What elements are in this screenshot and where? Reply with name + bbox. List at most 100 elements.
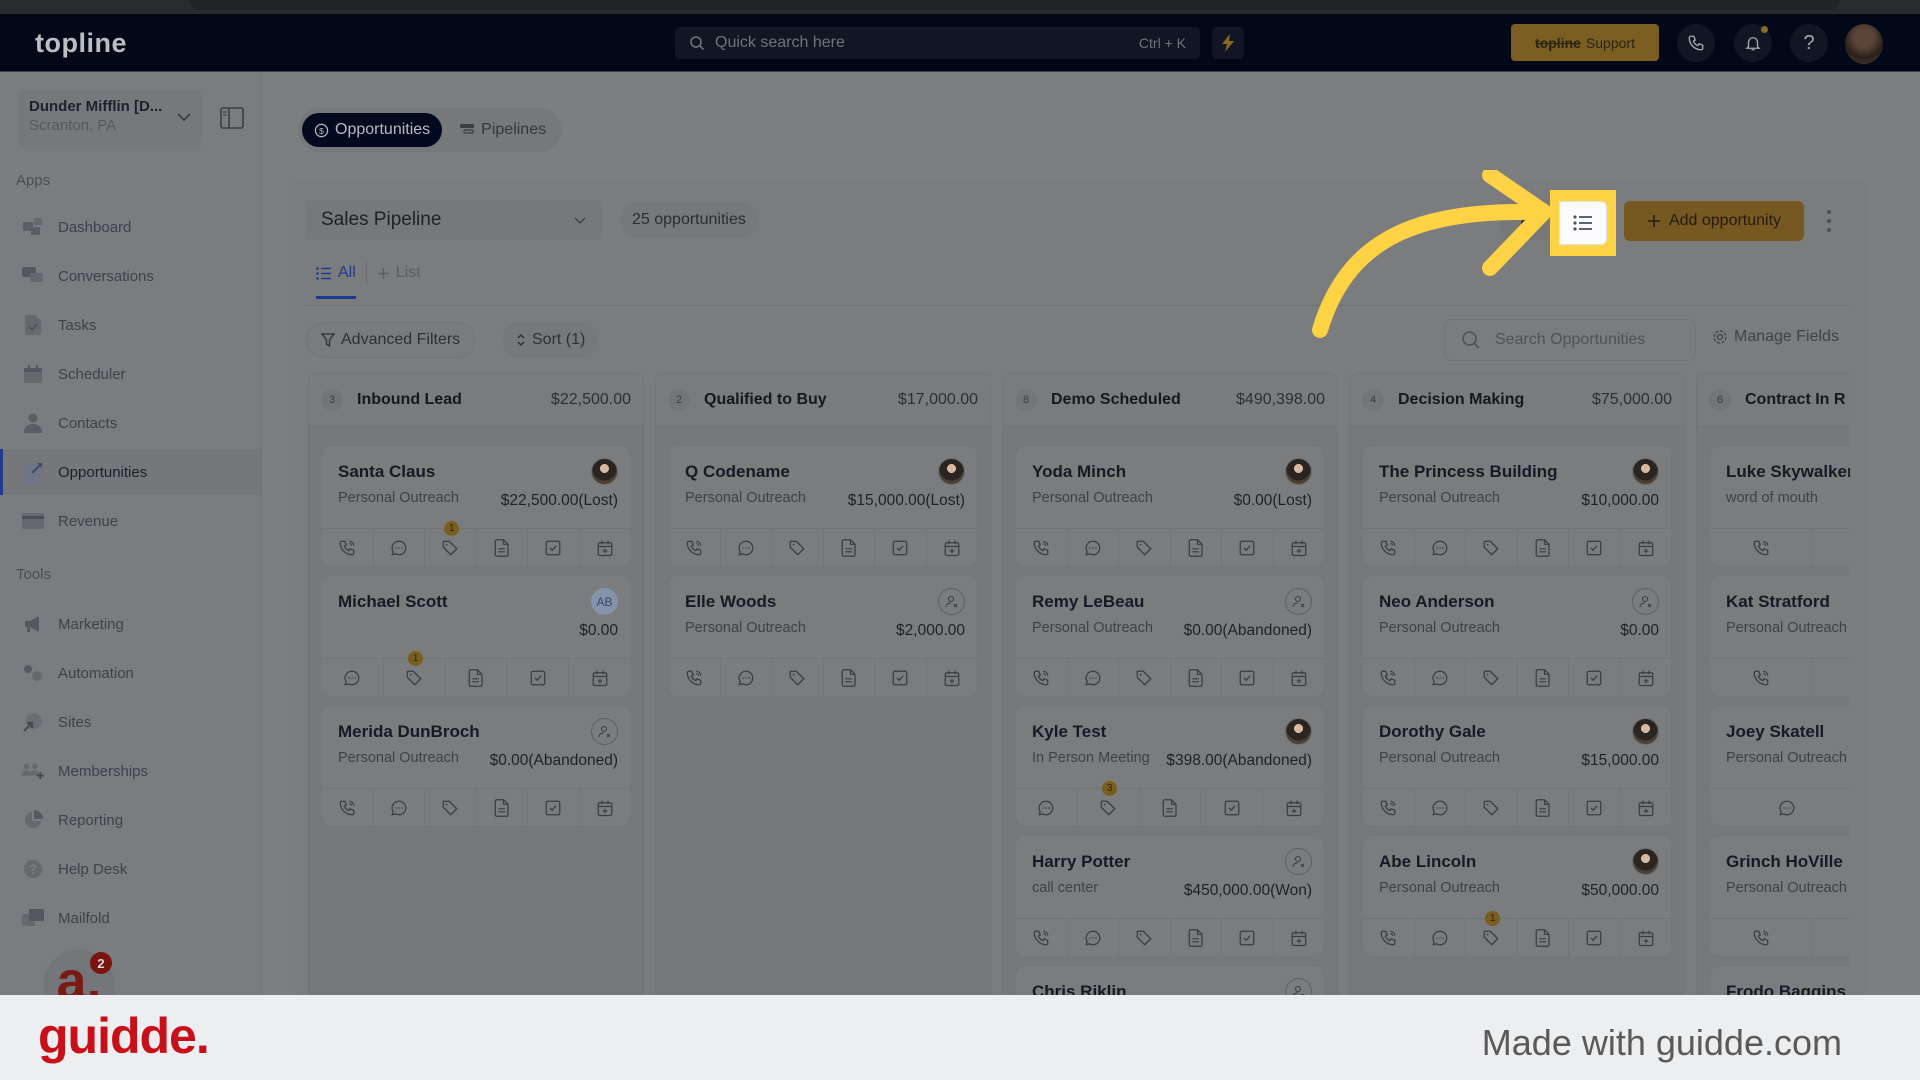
manage-fields-button[interactable]: Manage Fields bbox=[1712, 328, 1839, 346]
help-button[interactable]: ? bbox=[1790, 24, 1828, 62]
card-action-tag[interactable]: 1 bbox=[425, 521, 477, 566]
card-action-calendar[interactable] bbox=[1263, 789, 1324, 826]
card-action-phone[interactable] bbox=[669, 659, 721, 696]
opportunity-name[interactable]: Neo Anderson bbox=[1379, 592, 1655, 612]
card-action-tag[interactable] bbox=[1119, 919, 1171, 956]
card-action-calendar[interactable] bbox=[580, 529, 631, 566]
card-action-chat[interactable] bbox=[374, 789, 425, 826]
sidebar-item-scheduler[interactable]: Scheduler bbox=[0, 351, 262, 397]
card-action-phone[interactable] bbox=[1710, 659, 1813, 696]
card-action-doc[interactable] bbox=[1140, 789, 1202, 826]
sidebar-item-sites[interactable]: Sites bbox=[0, 699, 262, 745]
card-action-doc[interactable] bbox=[446, 659, 508, 696]
opportunity-card[interactable]: Luke Skywalker word of mouth 1 bbox=[1709, 445, 1850, 567]
advanced-filters-button[interactable]: Advanced Filters bbox=[306, 322, 476, 358]
card-action-check[interactable] bbox=[1201, 789, 1264, 826]
card-action-calendar[interactable] bbox=[1621, 789, 1672, 826]
opportunity-name[interactable]: Chris Riklin bbox=[1032, 982, 1308, 995]
add-opportunity-button[interactable]: Add opportunity bbox=[1624, 201, 1804, 241]
card-action-doc[interactable] bbox=[1171, 529, 1222, 566]
card-action-doc[interactable] bbox=[477, 529, 528, 566]
card-action-chat[interactable] bbox=[721, 659, 772, 696]
card-action-chat[interactable] bbox=[374, 529, 425, 566]
opportunity-card[interactable]: Harry Potter call center $450,000.00(Won) bbox=[1015, 835, 1325, 957]
card-action-check[interactable] bbox=[1569, 789, 1621, 826]
sidebar-item-conversations[interactable]: Conversations bbox=[0, 253, 262, 299]
card-action-tag[interactable] bbox=[772, 659, 824, 696]
card-action-check[interactable] bbox=[875, 659, 927, 696]
sidebar-item-revenue[interactable]: Revenue bbox=[0, 498, 262, 544]
card-action-phone[interactable] bbox=[1363, 919, 1415, 956]
card-action-check[interactable] bbox=[528, 529, 580, 566]
card-action-doc[interactable] bbox=[1518, 789, 1569, 826]
quick-search-input[interactable]: Quick search here Ctrl + K bbox=[675, 27, 1200, 59]
sidebar-item-tasks[interactable]: Tasks bbox=[0, 302, 262, 348]
card-action-calendar[interactable] bbox=[1621, 919, 1672, 956]
owner-avatar[interactable] bbox=[1285, 458, 1312, 485]
opportunity-name[interactable]: Luke Skywalker bbox=[1726, 462, 1850, 482]
opportunity-name[interactable]: Santa Claus bbox=[338, 462, 614, 482]
card-action-calendar[interactable] bbox=[569, 659, 630, 696]
opportunity-card[interactable]: Elle Woods Personal Outreach $2,000.00 bbox=[668, 575, 978, 697]
owner-avatar[interactable] bbox=[1285, 718, 1312, 745]
account-switcher[interactable]: Dunder Mifflin [D... Scranton, PA bbox=[17, 90, 203, 148]
owner-avatar[interactable] bbox=[591, 458, 618, 485]
unassigned-owner-icon[interactable] bbox=[591, 718, 618, 745]
opportunity-card[interactable]: The Princess Building Personal Outreach $1… bbox=[1362, 445, 1672, 567]
card-action-chat[interactable] bbox=[721, 529, 772, 566]
card-action-check[interactable] bbox=[1569, 529, 1621, 566]
sidebar-item-mailfold[interactable]: Mailfold bbox=[0, 895, 262, 941]
card-action-tag[interactable] bbox=[1466, 529, 1518, 566]
sidebar-item-help-desk[interactable]: ? Help Desk bbox=[0, 846, 262, 892]
unassigned-owner-icon[interactable] bbox=[938, 588, 965, 615]
opportunity-card[interactable]: Frodo Baggins bbox=[1709, 965, 1850, 995]
opportunity-name[interactable]: Remy LeBeau bbox=[1032, 592, 1308, 612]
card-action-chat[interactable] bbox=[1813, 659, 1850, 696]
list-view-button[interactable] bbox=[1550, 190, 1616, 256]
card-action-doc[interactable] bbox=[824, 529, 875, 566]
card-action-chat[interactable] bbox=[1710, 789, 1850, 826]
opportunity-card[interactable]: Santa Claus Personal Outreach $22,500.00(L… bbox=[321, 445, 631, 567]
opportunity-card[interactable]: Abe Lincoln Personal Outreach $50,000.00 1 bbox=[1362, 835, 1672, 957]
sidebar-item-opportunities[interactable]: Opportunities bbox=[0, 449, 262, 495]
card-action-tag[interactable]: 1 bbox=[384, 651, 446, 696]
card-action-chat[interactable] bbox=[322, 659, 384, 696]
card-action-calendar[interactable] bbox=[1621, 659, 1672, 696]
card-action-calendar[interactable] bbox=[580, 789, 631, 826]
card-action-chat[interactable] bbox=[1415, 529, 1466, 566]
card-action-doc[interactable] bbox=[1171, 919, 1222, 956]
card-action-check[interactable] bbox=[1222, 659, 1274, 696]
card-action-tag[interactable] bbox=[772, 529, 824, 566]
opportunity-card[interactable]: Dorothy Gale Personal Outreach $15,000.00 bbox=[1362, 705, 1672, 827]
card-action-doc[interactable] bbox=[477, 789, 528, 826]
card-action-phone[interactable] bbox=[1016, 659, 1068, 696]
opportunity-name[interactable]: Yoda Minch bbox=[1032, 462, 1308, 482]
unassigned-owner-icon[interactable] bbox=[1285, 848, 1312, 875]
opportunity-name[interactable]: Joey Skatell bbox=[1726, 722, 1850, 742]
card-action-calendar[interactable] bbox=[1274, 919, 1325, 956]
unassigned-owner-icon[interactable] bbox=[1285, 978, 1312, 995]
browser-url-bar[interactable] bbox=[190, 0, 1840, 10]
card-action-calendar[interactable] bbox=[1274, 659, 1325, 696]
view-tab-all[interactable]: All bbox=[316, 264, 356, 299]
card-action-check[interactable] bbox=[875, 529, 927, 566]
card-action-chat[interactable] bbox=[1016, 789, 1078, 826]
sidebar-item-reporting[interactable]: Reporting bbox=[0, 797, 262, 843]
opportunity-name[interactable]: Dorothy Gale bbox=[1379, 722, 1655, 742]
card-action-calendar[interactable] bbox=[1621, 529, 1672, 566]
opportunity-card[interactable]: Q Codename Personal Outreach $15,000.00(Lo… bbox=[668, 445, 978, 567]
opportunity-card[interactable]: Grinch HoVille Personal Outreach 1 bbox=[1709, 835, 1850, 957]
opportunity-card[interactable]: Michael Scott $0.00 AB 1 bbox=[321, 575, 631, 697]
opportunity-card[interactable]: Yoda Minch Personal Outreach $0.00(Lost) bbox=[1015, 445, 1325, 567]
card-action-tag[interactable] bbox=[1119, 529, 1171, 566]
card-action-check[interactable] bbox=[1569, 659, 1621, 696]
more-options-button[interactable] bbox=[1822, 208, 1836, 234]
opportunity-card[interactable]: Kat Stratford Personal Outreach bbox=[1709, 575, 1850, 697]
notifications-button[interactable] bbox=[1734, 24, 1772, 62]
card-action-chat[interactable] bbox=[1813, 529, 1850, 566]
opportunity-name[interactable]: The Princess Building bbox=[1379, 462, 1655, 482]
card-action-phone[interactable] bbox=[1016, 529, 1068, 566]
card-action-tag[interactable] bbox=[1466, 659, 1518, 696]
unassigned-owner-icon[interactable] bbox=[1285, 588, 1312, 615]
card-action-phone[interactable] bbox=[322, 789, 374, 826]
